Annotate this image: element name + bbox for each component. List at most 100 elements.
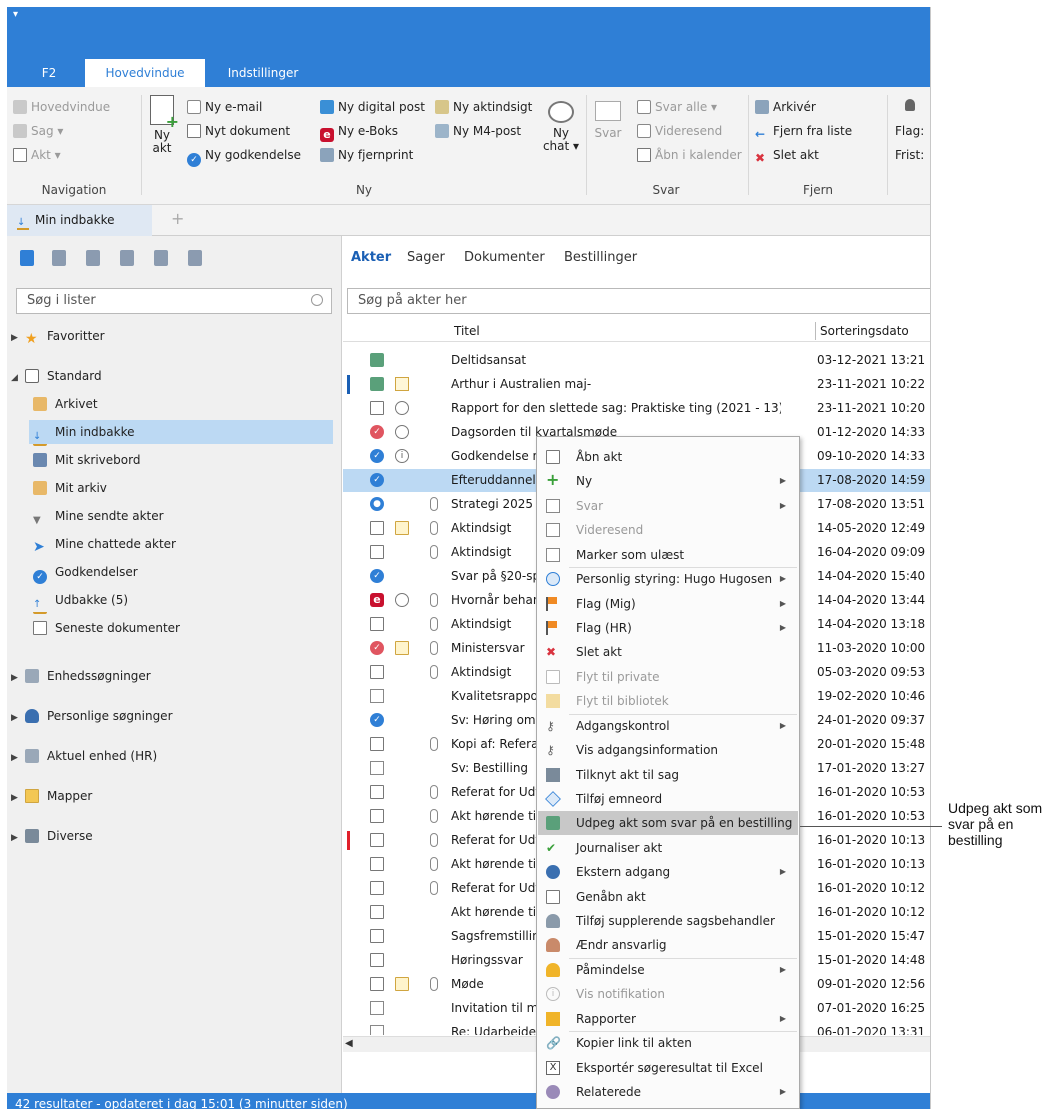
menu-item-tilfoej-emneord[interactable]: Tilføj emneord xyxy=(538,787,798,811)
videresend-button[interactable]: Videresend xyxy=(637,121,722,141)
reply-icon xyxy=(546,499,560,513)
table-row[interactable]: Deltidsansat 03-12-2021 13:21 xyxy=(343,349,930,372)
menu-item-relaterede[interactable]: Relaterede ▶ xyxy=(538,1080,798,1104)
menu-item-vis-notifikation[interactable]: i Vis notifikation xyxy=(538,982,798,1006)
tree-enhedssoegninger[interactable]: ▶ Enhedssøgninger xyxy=(11,664,151,688)
column-header-title[interactable]: Titel xyxy=(454,324,480,338)
menu-item-ekstern-adgang[interactable]: Ekstern adgang ▶ xyxy=(538,860,798,884)
tree-item-mit-skrivebord[interactable]: Mit skrivebord xyxy=(33,448,140,472)
tree-item-mine-sendte-akter[interactable]: ▼ Mine sendte akter xyxy=(33,504,164,528)
arkiver-button[interactable]: Arkivér xyxy=(755,97,816,117)
expand-icon[interactable]: ▶ xyxy=(11,326,21,350)
ny-akt-button[interactable]: + Ny akt xyxy=(145,95,179,155)
menu-item-flyt-til-bibliotek[interactable]: Flyt til bibliotek xyxy=(538,689,798,713)
tab-hovedvindue[interactable]: Hovedvindue xyxy=(85,59,205,87)
menu-item-marker-som-ulaest[interactable]: Marker som ulæst xyxy=(538,543,798,567)
menu-item-paamindelse[interactable]: Påmindelse ▶ xyxy=(538,958,798,982)
ny-email-button[interactable]: Ny e-mail xyxy=(187,97,262,117)
menu-item-flag-hr[interactable]: Flag (HR) ▶ xyxy=(538,616,798,640)
tab-bestillinger[interactable]: Bestillinger xyxy=(564,236,637,280)
nyt-dokument-button[interactable]: Nyt dokument xyxy=(187,121,290,141)
tree-item-mit-arkiv[interactable]: Mit arkiv xyxy=(33,476,107,500)
tree-standard[interactable]: ◢ Standard xyxy=(11,364,102,388)
ny-fjernprint-button[interactable]: Ny fjernprint xyxy=(320,145,413,165)
menu-item-flag-mig[interactable]: Flag (Mig) ▶ xyxy=(538,592,798,616)
fjern-fra-liste-button[interactable]: ← Fjern fra liste xyxy=(755,121,852,141)
tree-item-mine-chattede-akter[interactable]: ➤ Mine chattede akter xyxy=(33,532,176,556)
person-icon xyxy=(25,709,39,723)
nav-hovedvindue-button[interactable]: Hovedvindue xyxy=(13,97,110,117)
menu-item-svar[interactable]: Svar ▶ xyxy=(538,494,798,518)
expand-icon[interactable]: ▶ xyxy=(11,746,21,770)
menu-item-vis-adgangsinformation[interactable]: ⚷ Vis adgangsinformation xyxy=(538,738,798,762)
expand-icon[interactable]: ▶ xyxy=(11,826,21,850)
ny-eboks-button[interactable]: e Ny e-Boks xyxy=(320,121,398,142)
ny-chat-button[interactable]: Ny chat ▾ xyxy=(541,95,581,153)
tree-personlige-soegninger[interactable]: ▶ Personlige søgninger xyxy=(11,704,173,728)
folder-doc-icon[interactable] xyxy=(188,250,202,266)
menu-item-flyt-til-private[interactable]: Flyt til private xyxy=(538,665,798,689)
menu-item-aabn-akt[interactable]: Åbn akt xyxy=(538,445,798,469)
table-row[interactable]: Rapport for den slettede sag: Praktiske … xyxy=(343,397,930,420)
approval-icon: ✓ xyxy=(33,570,47,584)
scroll-left-icon[interactable]: ◀ xyxy=(345,1038,353,1049)
menu-item-slet-akt[interactable]: ✖ Slet akt xyxy=(538,640,798,664)
table-row[interactable]: Arthur i Australien maj-juli23-11-2021 1… xyxy=(343,373,930,396)
tab-indstillinger[interactable]: Indstillinger xyxy=(211,59,315,87)
column-header-date[interactable]: Sorteringsdato xyxy=(820,324,909,338)
tree-item-arkivet[interactable]: Arkivet xyxy=(33,392,98,416)
menu-item-tilfoej-supplerende-sagsbehandler[interactable]: Tilføj supplerende sagsbehandler xyxy=(538,909,798,933)
tree-diverse[interactable]: ▶ Diverse xyxy=(11,824,93,848)
tab-f2[interactable]: F2 xyxy=(19,59,79,87)
svar-alle-button[interactable]: Svar alle ▾ xyxy=(637,97,717,117)
nav-sag-button[interactable]: Sag ▾ xyxy=(13,121,63,141)
tab-min-indbakke[interactable]: ↓ Min indbakke xyxy=(7,205,152,236)
tab-dokumenter[interactable]: Dokumenter xyxy=(464,236,545,280)
menu-item-genaabn-akt[interactable]: Genåbn akt xyxy=(538,885,798,909)
tab-akter[interactable]: Akter xyxy=(351,236,391,280)
tree-item-udbakke[interactable]: ↑ Udbakke (5) xyxy=(33,588,128,614)
expand-icon[interactable]: ▶ xyxy=(11,786,21,810)
users-icon[interactable] xyxy=(154,250,168,266)
svar-button[interactable]: Svar xyxy=(591,95,625,140)
menu-item-aendr-ansvarlig[interactable]: Ændr ansvarlig xyxy=(538,933,798,957)
menu-item-tilknyt-akt-til-sag[interactable]: Tilknyt akt til sag xyxy=(538,763,798,787)
email-stack-icon[interactable] xyxy=(120,250,134,266)
tree-item-min-indbakke[interactable]: ↓ Min indbakke xyxy=(29,420,333,446)
list-icon[interactable] xyxy=(86,250,100,266)
tree-aktuel-enhed[interactable]: ▶ Aktuel enhed (HR) xyxy=(11,744,157,768)
documents-icon[interactable] xyxy=(20,250,34,266)
menu-item-udpeg-akt-som-svar[interactable]: Udpeg akt som svar på en bestilling xyxy=(538,811,798,836)
add-tab-icon[interactable]: + xyxy=(171,209,184,228)
ny-aktindsigt-button[interactable]: Ny aktindsigt xyxy=(435,97,532,117)
slet-akt-button[interactable]: ✖ Slet akt xyxy=(755,145,819,165)
tree-favoritter[interactable]: ▶ ★ Favoritter xyxy=(11,324,105,348)
tree-mapper[interactable]: ▶ Mapper xyxy=(11,784,92,808)
tree-item-godkendelser[interactable]: ✓ Godkendelser xyxy=(33,560,138,584)
column-divider[interactable] xyxy=(815,322,816,340)
menu-item-videresend[interactable]: Videresend xyxy=(538,518,798,542)
key-icon: ⚷ xyxy=(546,719,555,733)
collapse-icon[interactable]: ◢ xyxy=(11,366,21,390)
search-icon[interactable] xyxy=(311,294,323,306)
tree-item-seneste-dokumenter[interactable]: Seneste dokumenter xyxy=(33,616,180,640)
menu-item-personlig-styring[interactable]: Personlig styring: Hugo Hugosen ▶ xyxy=(538,567,798,591)
ny-m4-post-button[interactable]: Ny M4-post xyxy=(435,121,521,141)
menu-item-eksporter-excel[interactable]: X Eksportér søgeresultat til Excel xyxy=(538,1056,798,1080)
menu-item-kopier-link[interactable]: 🔗 Kopier link til akten xyxy=(538,1031,798,1055)
menu-item-adgangskontrol[interactable]: ⚷ Adgangskontrol ▶ xyxy=(538,714,798,738)
ny-godkendelse-button[interactable]: ✓ Ny godkendelse xyxy=(187,145,301,167)
menu-item-rapporter[interactable]: Rapporter ▶ xyxy=(538,1007,798,1031)
ny-digital-post-button[interactable]: Ny digital post xyxy=(320,97,425,117)
menu-item-ny[interactable]: + Ny ▶ xyxy=(538,469,798,493)
tab-sager[interactable]: Sager xyxy=(407,236,445,280)
expand-icon[interactable]: ▶ xyxy=(11,666,21,690)
hierarchy-icon[interactable] xyxy=(52,250,66,266)
nav-akt-button[interactable]: Akt ▾ xyxy=(13,145,61,165)
menu-item-journaliser-akt[interactable]: ✔ Journaliser akt xyxy=(538,836,798,860)
aabn-i-kalender-button[interactable]: Åbn i kalender xyxy=(637,145,742,165)
quick-access-dropdown-icon[interactable]: ▾ xyxy=(13,9,18,20)
akter-search-input[interactable]: Søg på akter her xyxy=(347,288,930,314)
expand-icon[interactable]: ▶ xyxy=(11,706,21,730)
list-search-input[interactable]: Søg i lister xyxy=(16,288,332,314)
